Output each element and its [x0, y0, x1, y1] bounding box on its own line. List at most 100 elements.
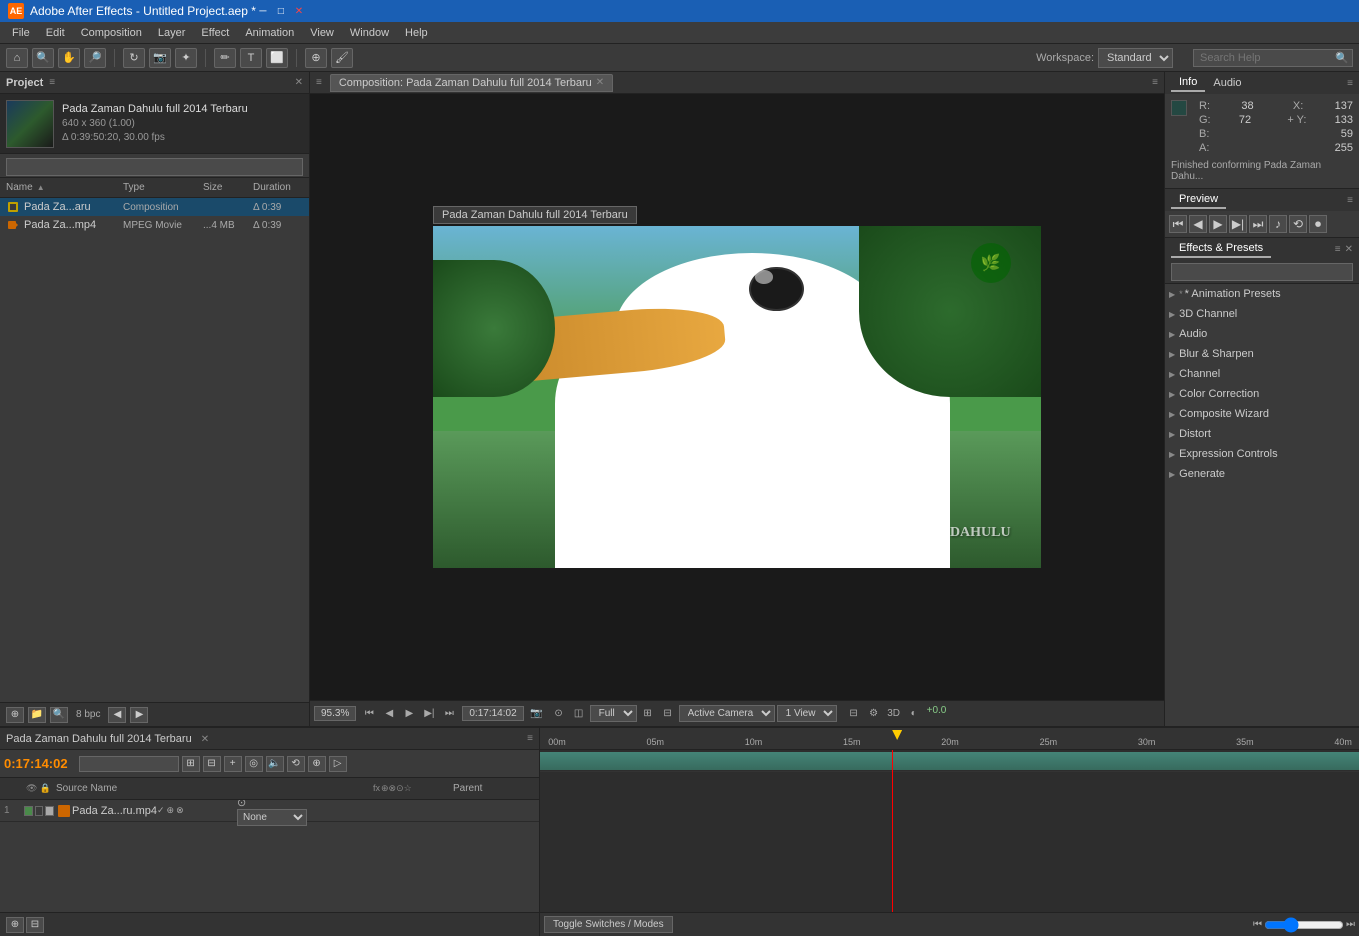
first-frame-btn[interactable]: ⏮: [360, 705, 378, 723]
workspace-select[interactable]: Standard: [1098, 48, 1173, 68]
tl-loop-btn[interactable]: ⟲: [287, 756, 305, 772]
tl-render-btn[interactable]: ▷: [329, 756, 347, 772]
effect-3d-channel[interactable]: ▶ 3D Channel: [1165, 304, 1359, 324]
menu-help[interactable]: Help: [397, 25, 436, 41]
effect-generate[interactable]: ▶ Generate: [1165, 464, 1359, 484]
info-panel-menu[interactable]: ≡: [1347, 78, 1353, 89]
effects-tab[interactable]: Effects & Presets: [1171, 240, 1271, 258]
view-mode-select[interactable]: 1 View: [777, 705, 837, 722]
toolbar-home-btn[interactable]: ⌂: [6, 48, 28, 68]
window-controls[interactable]: ─ □ ✕: [256, 4, 306, 18]
info-tab[interactable]: Info: [1171, 74, 1205, 92]
layer-parent-select[interactable]: None: [237, 809, 307, 826]
tl-footer-btn-2[interactable]: ⊟: [26, 917, 44, 933]
menu-layer[interactable]: Layer: [150, 25, 194, 41]
zoom-in-btn[interactable]: ⏭: [1346, 919, 1355, 930]
comp-tab-close[interactable]: ✕: [596, 77, 604, 88]
quality-select[interactable]: Full: [590, 705, 637, 722]
left-arrow-btn[interactable]: ◀: [108, 707, 126, 723]
layer-motion-btn[interactable]: ⊕: [167, 805, 175, 816]
preview-panel-menu[interactable]: ≡: [1347, 195, 1353, 206]
toolbar-light-btn[interactable]: ✦: [175, 48, 197, 68]
menu-window[interactable]: Window: [342, 25, 397, 41]
tl-btn-2[interactable]: ⊟: [203, 756, 221, 772]
preview-prev-btn[interactable]: ◀: [1189, 215, 1207, 233]
layer-lock-btn[interactable]: [35, 806, 44, 816]
timeline-tracks[interactable]: [540, 750, 1359, 912]
timecode-display[interactable]: 0:17:14:02: [462, 706, 523, 721]
effect-audio[interactable]: ▶ Audio: [1165, 324, 1359, 344]
zoom-control[interactable]: 95.3%: [314, 706, 356, 721]
effect-blur-sharpen[interactable]: ▶ Blur & Sharpen: [1165, 344, 1359, 364]
preview-audio-btn[interactable]: ♪: [1269, 215, 1287, 233]
effect-color-correction[interactable]: ▶ Color Correction: [1165, 384, 1359, 404]
layer-label-btn[interactable]: [45, 806, 54, 816]
menu-edit[interactable]: Edit: [38, 25, 73, 41]
layer-adjust-btn[interactable]: ⊗: [176, 805, 184, 816]
toolbar-zoom-btn[interactable]: 🔎: [84, 48, 106, 68]
toolbar-text-btn[interactable]: T: [240, 48, 262, 68]
preview-play-btn[interactable]: ▶: [1209, 215, 1227, 233]
menu-file[interactable]: File: [4, 25, 38, 41]
zoom-out-btn[interactable]: ⏮: [1253, 919, 1262, 930]
project-search-input[interactable]: [6, 158, 303, 176]
effect-animation-presets[interactable]: ▶ * * Animation Presets: [1165, 284, 1359, 304]
color-channels-btn[interactable]: ⊙: [550, 705, 568, 723]
effect-expression-controls[interactable]: ▶ Expression Controls: [1165, 444, 1359, 464]
composition-tab[interactable]: Composition: Pada Zaman Dahulu full 2014…: [330, 74, 613, 92]
preview-next-btn[interactable]: ▶|: [1229, 215, 1247, 233]
project-panel-close[interactable]: ✕: [295, 77, 303, 88]
table-row[interactable]: 1 Pada Za...ru.mp4 ✓ ⊕ ⊗ ⊙: [0, 800, 539, 822]
prev-frame-btn[interactable]: ◀: [380, 705, 398, 723]
tl-btn-1[interactable]: ⊞: [182, 756, 200, 772]
maximize-button[interactable]: □: [274, 4, 288, 18]
effect-channel[interactable]: ▶ Channel: [1165, 364, 1359, 384]
playhead-line[interactable]: [892, 750, 893, 912]
tl-footer-btn-1[interactable]: ⊕: [6, 917, 24, 933]
toolbar-clone-btn[interactable]: ⊕: [305, 48, 327, 68]
close-button[interactable]: ✕: [292, 4, 306, 18]
reset-btn[interactable]: ⊟: [845, 705, 863, 723]
grid-btn[interactable]: ⊟: [659, 705, 677, 723]
region-btn[interactable]: ⊞: [639, 705, 657, 723]
toolbar-camera-btn[interactable]: 📷: [149, 48, 171, 68]
3d-btn[interactable]: 3D: [885, 705, 903, 723]
toolbar-rotate-btn[interactable]: ↻: [123, 48, 145, 68]
effects-search-input[interactable]: [1171, 263, 1353, 281]
right-arrow-btn[interactable]: ▶: [130, 707, 148, 723]
tl-mute-btn[interactable]: 🔈: [266, 756, 284, 772]
toolbar-pen-btn[interactable]: ✏: [214, 48, 236, 68]
timeline-tab[interactable]: Pada Zaman Dahulu full 2014 Terbaru ✕: [6, 733, 209, 745]
preview-loop-btn[interactable]: ⟲: [1289, 215, 1307, 233]
next-frame-btn[interactable]: ▶|: [420, 705, 438, 723]
timeline-track-row[interactable]: [540, 750, 1359, 772]
preview-record-btn[interactable]: ⏺: [1309, 215, 1327, 233]
timeline-search-input[interactable]: [79, 756, 179, 772]
list-item[interactable]: Pada Za...aru Composition Δ 0:39: [0, 198, 309, 216]
layer-visible-btn[interactable]: [24, 806, 33, 816]
toggle-switches-button[interactable]: Toggle Switches / Modes: [544, 916, 673, 933]
tl-add-layer-btn[interactable]: +: [224, 756, 242, 772]
toolbar-search-btn[interactable]: 🔍: [32, 48, 54, 68]
layer-fx-btn[interactable]: ✓: [157, 805, 165, 816]
preview-tab[interactable]: Preview: [1171, 191, 1226, 209]
effects-close-btn[interactable]: ✕: [1345, 244, 1353, 255]
last-frame-btn[interactable]: ⏭: [440, 705, 458, 723]
menu-view[interactable]: View: [302, 25, 342, 41]
audio-tab[interactable]: Audio: [1205, 75, 1249, 91]
effect-composite-wizard[interactable]: ▶ Composite Wizard: [1165, 404, 1359, 424]
play-btn[interactable]: ▶: [400, 705, 418, 723]
timeline-panel-menu[interactable]: ≡: [527, 733, 533, 744]
preview-last-btn[interactable]: ⏭: [1249, 215, 1267, 233]
minimize-button[interactable]: ─: [256, 4, 270, 18]
toolbar-hand-btn[interactable]: ✋: [58, 48, 80, 68]
search-footer-btn[interactable]: 🔍: [50, 707, 68, 723]
zoom-slider[interactable]: [1264, 917, 1344, 933]
menu-animation[interactable]: Animation: [237, 25, 302, 41]
toolbar-shape-btn[interactable]: ⬜: [266, 48, 288, 68]
transparency-btn[interactable]: ◫: [570, 705, 588, 723]
list-item[interactable]: Pada Za...mp4 MPEG Movie ...4 MB Δ 0:39: [0, 216, 309, 234]
new-comp-btn[interactable]: ⊕: [6, 707, 24, 723]
composition-canvas[interactable]: DAHULU 🌿: [433, 226, 1041, 568]
effect-distort[interactable]: ▶ Distort: [1165, 424, 1359, 444]
